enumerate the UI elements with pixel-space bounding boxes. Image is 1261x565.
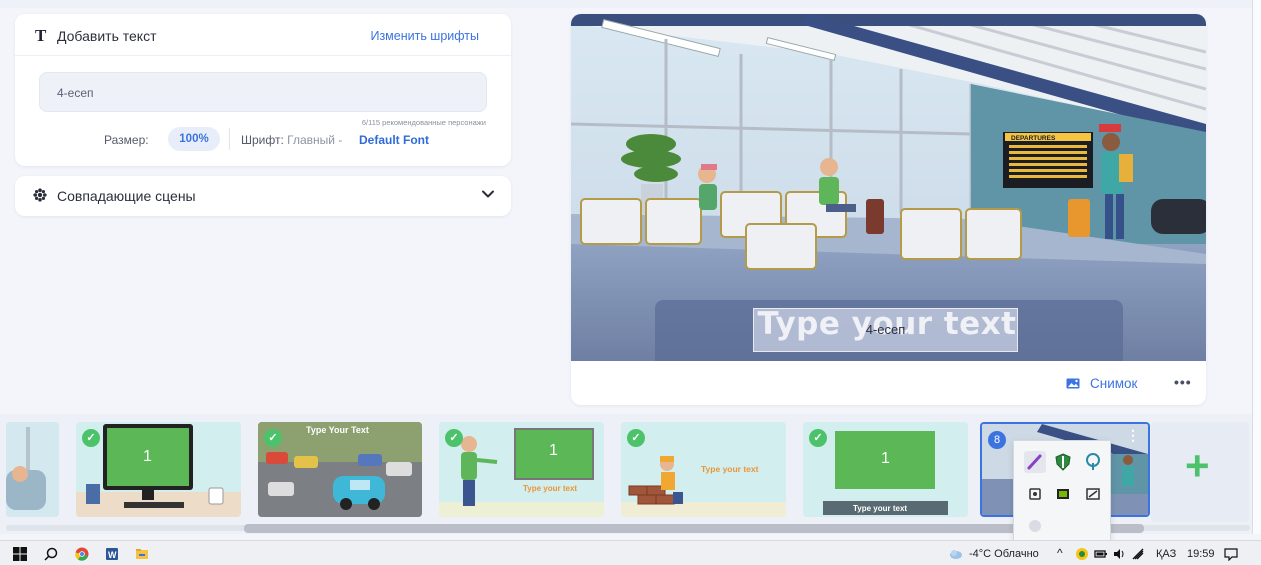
timeline-scrollbar[interactable] — [244, 524, 1144, 533]
file-explorer-icon[interactable] — [135, 547, 149, 561]
scene-label: Type Your Text — [306, 425, 369, 435]
security-icon[interactable] — [1075, 547, 1089, 561]
wifi-icon[interactable] — [1131, 547, 1145, 561]
check-icon: ✓ — [445, 429, 463, 447]
camera-icon[interactable] — [1024, 483, 1046, 505]
check-icon: ✓ — [82, 429, 100, 447]
language-indicator[interactable]: ҚАЗ — [1156, 548, 1176, 560]
add-text-panel: T Добавить текст Изменить шрифты 4-есеп … — [15, 14, 511, 166]
size-label: Размер: — [104, 133, 149, 147]
scene-label: Type your text — [701, 464, 759, 474]
svg-text:W: W — [108, 550, 117, 560]
notification-icon[interactable] — [1224, 547, 1238, 561]
volume-icon[interactable] — [1112, 547, 1126, 561]
snapshot-button[interactable]: Снимок — [1090, 376, 1137, 391]
chevron-up-icon[interactable]: ^ — [1057, 546, 1063, 560]
departures-label: DEPARTURES — [1011, 135, 1056, 142]
add-text-header: T Добавить текст Изменить шрифты — [15, 14, 511, 56]
scene-menu-icon[interactable]: ⋮ — [1126, 428, 1140, 442]
timeline-scene-parking[interactable]: ✓ Type Your Text — [258, 422, 422, 517]
scene-number-badge: 8 — [988, 431, 1006, 449]
scene-sub-label: Type your text — [853, 504, 908, 513]
character-counter: 6/115 рекомендованные персонажи — [361, 118, 486, 127]
font-label: Шрифт: Главный - — [241, 133, 342, 147]
timeline-scene-partial[interactable] — [6, 422, 59, 517]
chevron-down-icon[interactable] — [481, 187, 495, 201]
caption-text[interactable]: 4-есеп — [753, 322, 1018, 337]
clock[interactable]: 19:59 — [1187, 548, 1215, 560]
scene-label: 1 — [143, 448, 152, 465]
top-strip — [0, 0, 1261, 8]
app-tray-icon[interactable] — [1082, 483, 1104, 505]
plus-icon: + — [1185, 442, 1210, 489]
windows-taskbar: W -4°C Облачно ^ ҚАЗ 19:59 — [0, 540, 1261, 565]
search-icon[interactable] — [44, 547, 58, 561]
scene-label: 1 — [549, 442, 558, 459]
font-select[interactable]: Default Font — [359, 133, 429, 147]
font-label-text: Шрифт: — [241, 133, 284, 147]
check-icon: ✓ — [627, 429, 645, 447]
pen-icon[interactable] — [1024, 451, 1046, 473]
more-options-button[interactable]: ••• — [1174, 374, 1192, 390]
security-tray-icon[interactable] — [1024, 515, 1046, 537]
scenes-icon — [33, 188, 47, 202]
check-icon: ✓ — [264, 429, 282, 447]
scene-label: 1 — [881, 450, 890, 467]
change-fonts-link[interactable]: Изменить шрифты — [370, 29, 479, 43]
tray-overflow-popup — [1013, 440, 1111, 542]
weather-icon[interactable] — [949, 547, 963, 561]
weather-text[interactable]: -4°C Облачно — [969, 548, 1039, 560]
nvidia-icon[interactable] — [1052, 483, 1074, 505]
matching-scenes-title: Совпадающие сцены — [57, 188, 196, 204]
check-icon: ✓ — [809, 429, 827, 447]
chrome-icon[interactable] — [75, 547, 89, 561]
battery-icon[interactable] — [1094, 547, 1108, 561]
add-scene-button[interactable]: + — [1151, 422, 1249, 522]
shield-icon[interactable] — [1052, 451, 1074, 473]
matching-scenes-panel[interactable]: Совпадающие сцены — [15, 176, 511, 216]
page-scrollbar[interactable] — [1252, 0, 1261, 534]
text-icon: T — [35, 26, 47, 45]
divider — [229, 128, 230, 150]
network-icon[interactable] — [1082, 451, 1104, 473]
text-input[interactable]: 4-есеп — [39, 72, 487, 112]
timeline-scene-slide[interactable]: ✓ 1 Type your text — [803, 422, 968, 517]
image-icon[interactable] — [1066, 378, 1080, 389]
windows-start-icon[interactable] — [13, 547, 27, 561]
scene-sub-label: Type your text — [523, 484, 578, 493]
timeline-scene-presenter[interactable]: ✓ 1 Type your text — [439, 422, 604, 517]
add-text-title: Добавить текст — [57, 28, 157, 44]
timeline-scene-worker[interactable]: ✓ Type your text — [621, 422, 786, 517]
word-icon[interactable]: W — [105, 547, 119, 561]
timeline-scene-computer[interactable]: ✓ 1 — [76, 422, 241, 517]
size-value-button[interactable]: 100% — [168, 127, 220, 151]
font-sub-label: Главный - — [287, 133, 343, 147]
scene-preview: DEPARTURES Type your text 4-есеп Снимок … — [571, 14, 1206, 405]
